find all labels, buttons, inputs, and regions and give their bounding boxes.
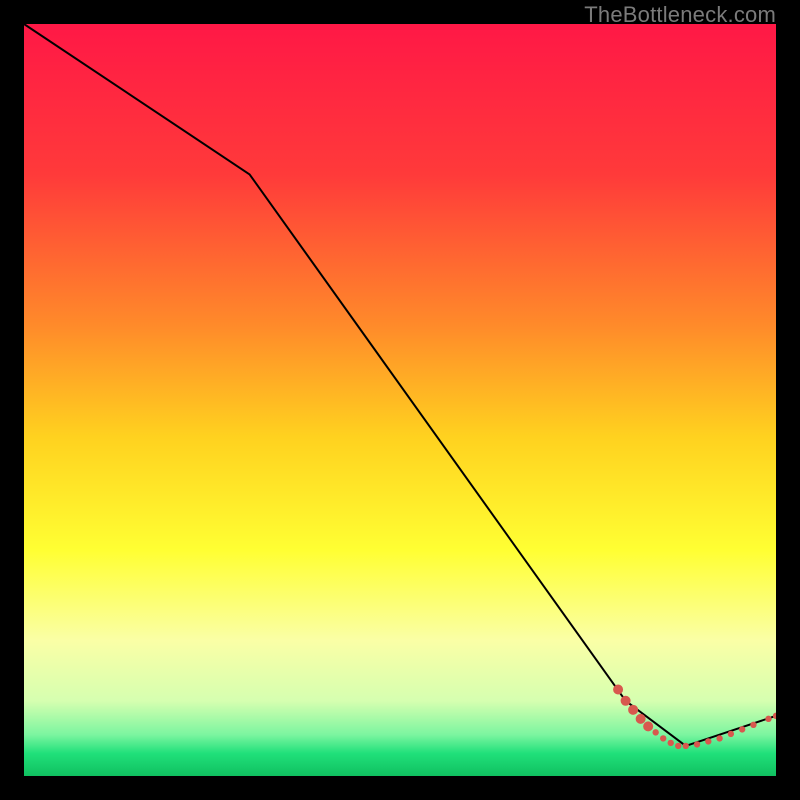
marker-dot [716, 735, 722, 741]
marker-dot [668, 740, 674, 746]
chart-svg [24, 24, 776, 776]
marker-dot [750, 722, 756, 728]
marker-dot [643, 721, 653, 731]
marker-dot [705, 738, 711, 744]
marker-dot [675, 743, 681, 749]
marker-dot [652, 729, 658, 735]
marker-dot [683, 743, 689, 749]
marker-dot [739, 726, 745, 732]
marker-dot [636, 714, 646, 724]
chart-background [24, 24, 776, 776]
chart-plot [24, 24, 776, 776]
marker-dot [613, 685, 623, 695]
marker-dot [765, 716, 771, 722]
marker-dot [694, 741, 700, 747]
marker-dot [621, 696, 631, 706]
marker-dot [728, 731, 734, 737]
marker-dot [660, 735, 666, 741]
marker-dot [628, 705, 638, 715]
watermark-label: TheBottleneck.com [584, 2, 776, 28]
chart-stage: TheBottleneck.com [0, 0, 800, 800]
